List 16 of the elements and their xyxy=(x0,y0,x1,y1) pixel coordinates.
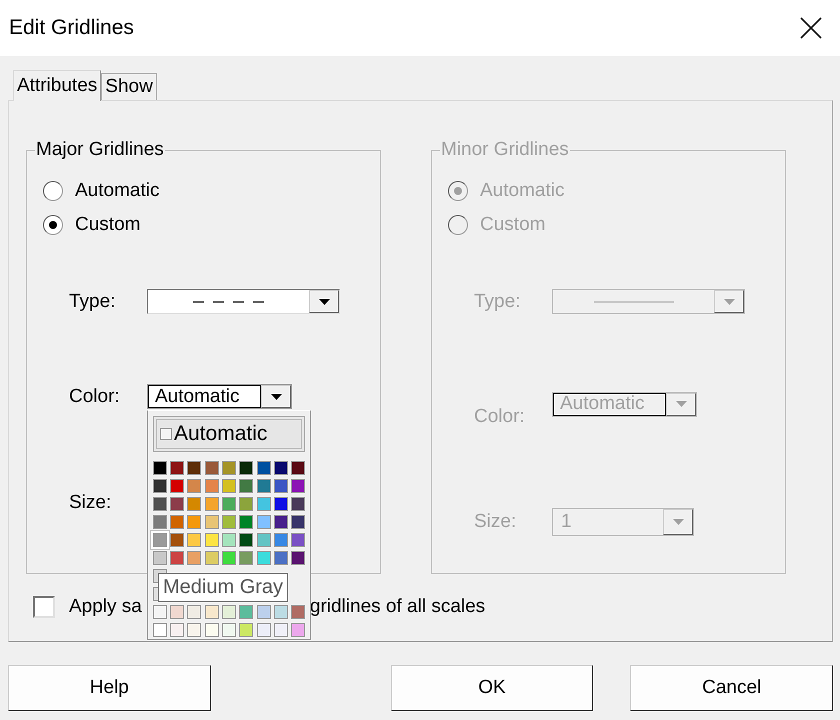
checkbox-label: Apply sa xyxy=(69,596,142,618)
field-label: Type: xyxy=(474,290,522,312)
field-label: Color: xyxy=(474,405,526,428)
field-label: Type: xyxy=(69,290,116,312)
radio-label: Automatic xyxy=(480,180,564,202)
window-title: Edit Gridlines xyxy=(9,16,134,40)
radio-label: Custom xyxy=(480,214,546,236)
group-title: Minor Gridlines xyxy=(440,139,570,161)
field-label: Size: xyxy=(69,492,112,514)
checkbox-label: gridlines of all scales xyxy=(310,596,486,618)
group-title: Major Gridlines xyxy=(35,139,165,161)
radio-label: Custom xyxy=(75,214,140,236)
field-label: Color: xyxy=(69,386,121,408)
field-label: Size: xyxy=(474,511,518,533)
tooltip: Medium Gray xyxy=(158,573,288,602)
radio-label: Automatic xyxy=(75,180,160,202)
